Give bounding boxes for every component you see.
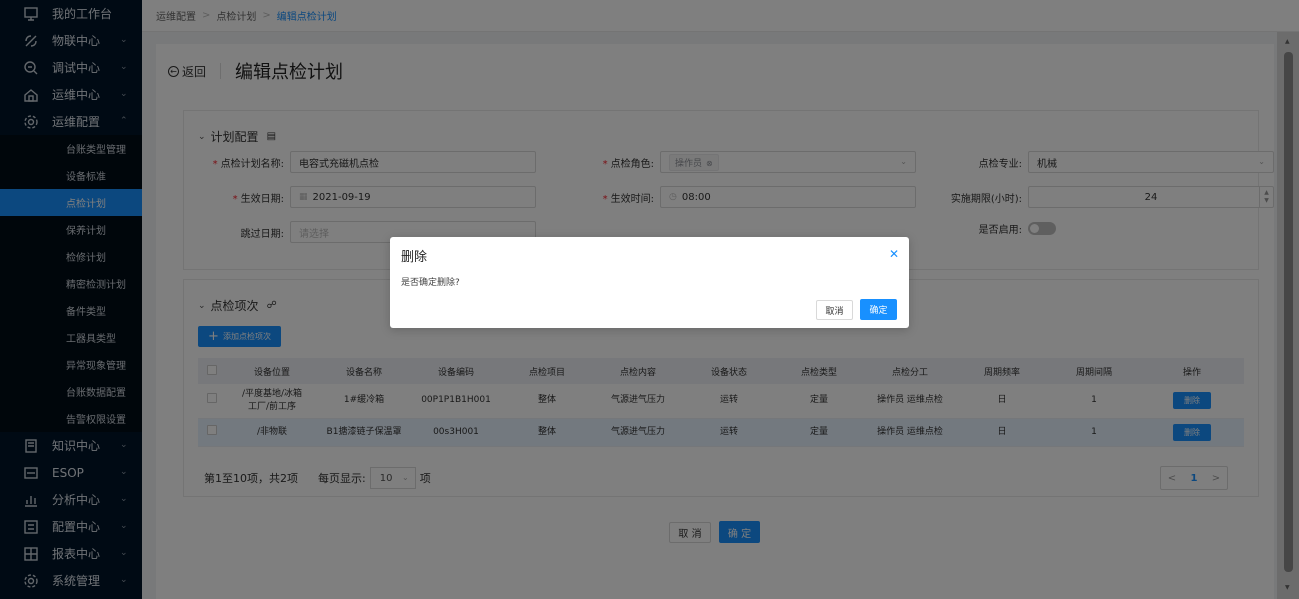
dialog-title: 删除	[401, 250, 428, 265]
dialog-cancel-button[interactable]: 取消	[816, 300, 853, 320]
dialog-ok-button[interactable]: 确定	[860, 299, 897, 320]
delete-confirm-dialog: 删除 ✕ 是否确定删除? 取消 确定	[390, 237, 909, 328]
dialog-message: 是否确定删除?	[401, 278, 460, 288]
close-icon[interactable]: ✕	[889, 247, 899, 261]
